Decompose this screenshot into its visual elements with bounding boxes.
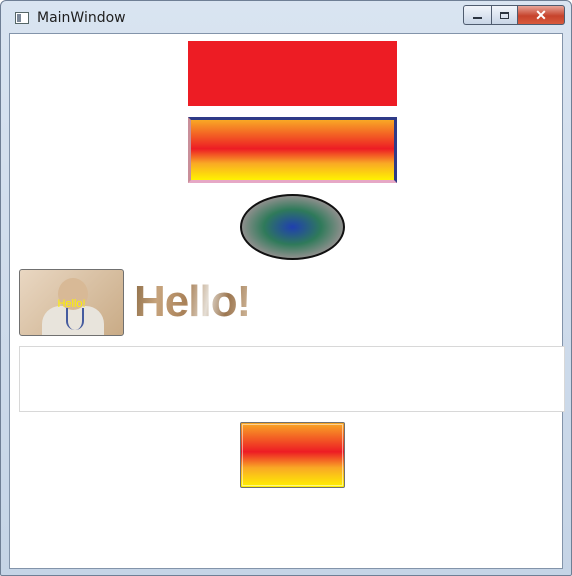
maximize-button[interactable] [491, 5, 517, 25]
title-bar[interactable]: MainWindow ✕ [1, 1, 571, 33]
radial-gradient-ellipse [240, 194, 345, 260]
image-button-label: Hello! [57, 298, 86, 310]
minimize-icon [473, 17, 482, 19]
hello-text: Hello! [134, 272, 251, 332]
close-button[interactable]: ✕ [517, 5, 565, 25]
red-rectangle [188, 41, 397, 106]
window-controls: ✕ [463, 5, 565, 27]
empty-textbox[interactable] [19, 346, 565, 412]
window-title: MainWindow [37, 10, 126, 26]
maximize-icon [500, 11, 509, 19]
close-icon: ✕ [535, 6, 547, 23]
image-button[interactable]: Hello! [19, 269, 124, 336]
window-app-icon[interactable] [15, 12, 29, 24]
gradient-rectangle [188, 117, 397, 183]
lanyard [66, 308, 84, 330]
gradient-button[interactable] [240, 422, 345, 488]
minimize-button[interactable] [463, 5, 491, 25]
